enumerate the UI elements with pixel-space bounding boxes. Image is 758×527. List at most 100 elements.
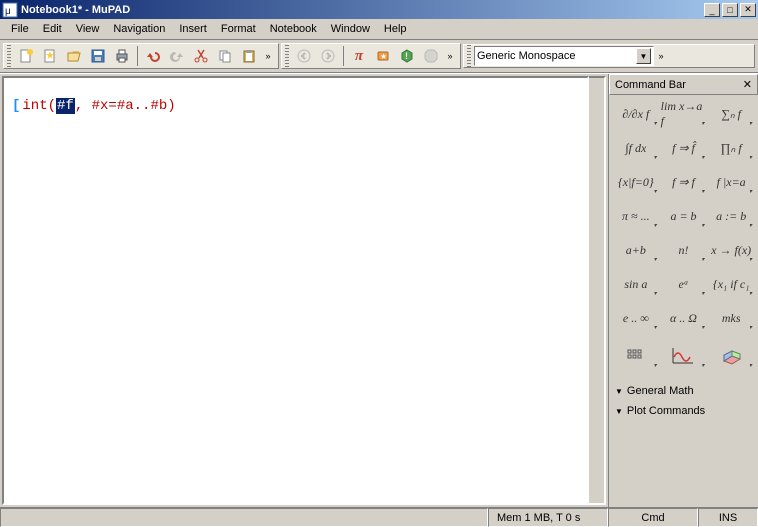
pal-assign[interactable]: a := b (708, 203, 754, 229)
open-button[interactable] (62, 44, 86, 68)
window-title: Notebook1* - MuPAD (21, 4, 704, 16)
new-star-button[interactable] (38, 44, 62, 68)
pal-plot3d-icon[interactable] (708, 343, 754, 369)
menu-notebook[interactable]: Notebook (263, 21, 324, 37)
svg-text:★: ★ (380, 52, 387, 61)
print-button[interactable] (110, 44, 134, 68)
code-text: int( (22, 98, 56, 114)
section-label: General Math (627, 385, 694, 397)
menu-insert[interactable]: Insert (172, 21, 214, 37)
minimize-button[interactable]: _ (704, 3, 720, 17)
chevron-down-icon: ▼ (615, 407, 623, 416)
toolbar-overflow-button[interactable]: » (443, 51, 457, 61)
pal-map[interactable]: x → f(x) (708, 237, 754, 263)
font-toolbar: Generic Monospace ▼ » (463, 44, 755, 68)
palette-area: ∂/∂x f lim x→a f ∑ₙ f ∫f dx f ⇒ f̂ ∏ₙ f … (609, 95, 758, 507)
paste-button[interactable] (237, 44, 261, 68)
palette-grid: ∂/∂x f lim x→a f ∑ₙ f ∫f dx f ⇒ f̂ ∏ₙ f … (613, 101, 754, 331)
menu-format[interactable]: Format (214, 21, 263, 37)
pal-range[interactable]: e .. ∞ (613, 305, 659, 331)
pal-add[interactable]: a+b (613, 237, 659, 263)
chevron-down-icon: ▼ (615, 387, 623, 396)
toolbar-overflow-button[interactable]: » (654, 51, 668, 61)
status-ins: INS (698, 508, 758, 527)
status-spacer (0, 508, 488, 527)
standard-toolbar: » (3, 43, 279, 69)
pal-plot2d-icon[interactable] (661, 343, 707, 369)
close-button[interactable]: ✕ (740, 3, 756, 17)
menu-navigation[interactable]: Navigation (106, 21, 172, 37)
font-family-dropdown[interactable]: Generic Monospace ▼ (474, 46, 654, 66)
toolbar-overflow-button[interactable]: » (261, 51, 275, 61)
status-mode: Cmd (608, 508, 698, 527)
menu-edit[interactable]: Edit (36, 21, 69, 37)
pal-product[interactable]: ∏ₙ f (708, 135, 754, 161)
section-plot-commands[interactable]: ▼ Plot Commands (613, 401, 754, 421)
command-bar-title: Command Bar (615, 79, 686, 91)
command-bar-header: Command Bar ✕ (609, 74, 758, 95)
svg-text:μ: μ (5, 6, 11, 17)
pal-matrix-icon[interactable] (613, 343, 659, 369)
toolbar-grip-icon[interactable] (467, 45, 471, 67)
toolbar-row: » π ★ ! » Generic Monospace ▼ » (0, 40, 758, 73)
pal-equal[interactable]: a = b (661, 203, 707, 229)
editor-pane: [ int(#f, #x=#a..#b) (0, 74, 608, 507)
save-button[interactable] (86, 44, 110, 68)
pal-piecewise[interactable]: {x₁ if c₁ (708, 271, 754, 297)
menu-window[interactable]: Window (324, 21, 377, 37)
pal-derivative[interactable]: ∂/∂x f (613, 101, 659, 127)
command-bar-panel: Command Bar ✕ ∂/∂x f lim x→a f ∑ₙ f ∫f d… (608, 74, 758, 507)
nav-toolbar: π ★ ! » (281, 43, 461, 69)
pi-button[interactable]: π (347, 44, 371, 68)
code-selection: #f (56, 98, 75, 114)
pal-solve-set[interactable]: {x|f=0} (613, 169, 659, 195)
close-panel-button[interactable]: ✕ (743, 78, 752, 91)
svg-text:!: ! (405, 51, 408, 61)
code-editor[interactable]: [ int(#f, #x=#a..#b) (2, 76, 589, 505)
evaluate-button[interactable]: ★ (371, 44, 395, 68)
menu-bar: File Edit View Navigation Insert Format … (0, 19, 758, 40)
code-text: , #x=#a..#b (75, 98, 167, 114)
vertical-scrollbar[interactable] (589, 76, 606, 505)
pal-subs[interactable]: f |x=a (708, 169, 754, 195)
chevron-down-icon: ▼ (636, 48, 651, 64)
pal-implies[interactable]: f ⇒ f (661, 169, 707, 195)
pal-transform[interactable]: f ⇒ f̂ (661, 135, 707, 161)
separator-icon (343, 46, 344, 66)
section-label: Plot Commands (627, 405, 705, 417)
menu-view[interactable]: View (69, 21, 107, 37)
status-memory: Mem 1 MB, T 0 s (488, 508, 608, 527)
pal-limit[interactable]: lim x→a f (661, 101, 707, 127)
cut-button[interactable] (189, 44, 213, 68)
palette-icon-grid (613, 343, 754, 369)
menu-help[interactable]: Help (377, 21, 414, 37)
main-area: [ int(#f, #x=#a..#b) Command Bar ✕ ∂/∂x … (0, 73, 758, 507)
pal-integral[interactable]: ∫f dx (613, 135, 659, 161)
pal-exp[interactable]: eᵃ (661, 271, 707, 297)
window-controls: _ □ ✕ (704, 3, 756, 17)
back-button[interactable] (292, 44, 316, 68)
stop-button[interactable] (419, 44, 443, 68)
pal-units[interactable]: mks (708, 305, 754, 331)
toolbar-grip-icon[interactable] (7, 45, 11, 67)
section-general-math[interactable]: ▼ General Math (613, 381, 754, 401)
title-bar: μ Notebook1* - MuPAD _ □ ✕ (0, 0, 758, 19)
pal-sin[interactable]: sin a (613, 271, 659, 297)
undo-button[interactable] (141, 44, 165, 68)
separator-icon (137, 46, 138, 66)
pal-pi-approx[interactable]: π ≈ ... (613, 203, 659, 229)
toolbar-grip-icon[interactable] (285, 45, 289, 67)
pal-factorial[interactable]: n! (661, 237, 707, 263)
status-bar: Mem 1 MB, T 0 s Cmd INS (0, 507, 758, 527)
font-value: Generic Monospace (477, 50, 575, 62)
menu-file[interactable]: File (4, 21, 36, 37)
maximize-button[interactable]: □ (722, 3, 738, 17)
new-notebook-button[interactable] (14, 44, 38, 68)
redo-button[interactable] (165, 44, 189, 68)
forward-button[interactable] (316, 44, 340, 68)
pal-greek[interactable]: α .. Ω (661, 305, 707, 331)
help-button[interactable]: ! (395, 44, 419, 68)
pal-sum[interactable]: ∑ₙ f (708, 101, 754, 127)
copy-button[interactable] (213, 44, 237, 68)
code-text: ) (167, 98, 175, 114)
